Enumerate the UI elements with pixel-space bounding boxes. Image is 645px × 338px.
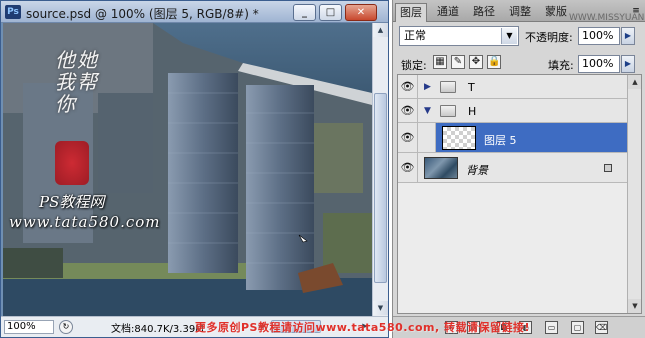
fill-slider-arrow[interactable]: ▶ xyxy=(621,55,635,73)
lock-position-icon[interactable]: ✥ xyxy=(469,55,483,69)
zoom-field[interactable]: 100% xyxy=(4,320,54,334)
visibility-eye-icon[interactable]: 👁 xyxy=(398,153,418,182)
document-titlebar[interactable]: Ps source.psd @ 100% (图层 5, RGB/8#) * _ … xyxy=(1,1,388,23)
folder-icon xyxy=(440,105,456,117)
scroll-down-arrow[interactable]: ▼ xyxy=(628,299,641,313)
lock-all-icon[interactable]: 🔒 xyxy=(487,55,501,69)
status-menu-icon[interactable]: ↻ xyxy=(59,320,73,334)
tab-adjustments[interactable]: 调整 xyxy=(505,3,535,22)
layer-name[interactable]: 图层 5 xyxy=(484,132,517,148)
visibility-eye-icon[interactable]: 👁 xyxy=(398,123,418,152)
blend-mode-value: 正常 xyxy=(404,29,426,42)
layer-name: H xyxy=(468,105,477,118)
layer-thumbnail xyxy=(442,126,476,150)
lock-icon xyxy=(604,164,612,172)
scroll-down-arrow[interactable]: ▼ xyxy=(373,301,388,315)
minimize-button[interactable]: _ xyxy=(293,4,316,21)
blend-mode-select[interactable]: 正常 ▼ xyxy=(399,26,519,46)
tab-paths[interactable]: 路径 xyxy=(469,3,499,22)
layer-row-group-t[interactable]: 👁 ▶ T xyxy=(398,75,627,99)
layer-row-background[interactable]: 👁 背景 xyxy=(398,153,627,183)
folder-icon xyxy=(440,81,456,93)
opacity-slider-arrow[interactable]: ▶ xyxy=(621,27,635,45)
red-seal-stamp xyxy=(55,141,89,185)
vertical-scrollbar[interactable]: ▲ ▼ xyxy=(372,23,388,316)
watermark-site-name: PS教程网 xyxy=(39,193,105,211)
opacity-label: 不透明度: xyxy=(525,31,573,44)
document-size-info[interactable]: 文档:840.7K/3.39M xyxy=(111,320,204,335)
trash-icon[interactable]: ⌫ xyxy=(595,321,608,334)
tab-masks[interactable]: 蒙版 xyxy=(541,3,571,22)
folder-icon[interactable]: ▭ xyxy=(545,321,558,334)
canvas-image[interactable]: 他她我帮你 PS教程网 www.tata580.com xyxy=(3,23,372,316)
document-title: source.psd @ 100% (图层 5, RGB/8#) * xyxy=(26,7,259,21)
photoshop-icon: Ps xyxy=(5,5,21,19)
lock-transparency-icon[interactable]: ▦ xyxy=(433,55,447,69)
close-button[interactable]: ✕ xyxy=(345,4,377,21)
layer-name: 背景 xyxy=(466,164,488,177)
restore-button[interactable]: □ xyxy=(319,4,342,21)
collapse-triangle-icon[interactable]: ▼ xyxy=(424,106,431,116)
layers-list: 👁 ▶ T 👁 ▼ H 👁 图层 5 👁 背景 ▲ ▼ xyxy=(397,74,642,314)
layer-row-layer-5[interactable]: 👁 图层 5 xyxy=(398,123,627,153)
scroll-up-arrow[interactable]: ▲ xyxy=(373,23,388,37)
document-window: Ps source.psd @ 100% (图层 5, RGB/8#) * _ … xyxy=(0,0,389,338)
indent-cell xyxy=(418,123,436,152)
layers-scrollbar[interactable]: ▲ ▼ xyxy=(627,75,641,313)
panel-tab-bar: 图层 通道 路径 调整 蒙版 WWW.MISSYUAN.COM ≡ xyxy=(393,0,645,23)
calligraphy-watermark: 他她我帮你 xyxy=(55,48,99,116)
tab-channels[interactable]: 通道 xyxy=(433,3,463,22)
watermark-site-url: www.tata580.com xyxy=(9,213,161,231)
new-layer-icon[interactable]: ▢ xyxy=(571,321,584,334)
tab-layers[interactable]: 图层 xyxy=(395,3,427,22)
lock-label: 锁定: xyxy=(401,59,427,72)
scroll-up-arrow[interactable]: ▲ xyxy=(628,75,641,89)
promo-banner: 更多原创PS教程请访问www.tata580.com, 转载请保留链接! xyxy=(195,321,531,334)
fill-field[interactable]: 100% xyxy=(578,55,620,73)
vertical-scroll-thumb[interactable] xyxy=(374,93,387,283)
chevron-down-icon[interactable]: ▼ xyxy=(501,28,517,44)
layer-thumbnail xyxy=(424,157,458,179)
layer-row-group-h[interactable]: 👁 ▼ H xyxy=(398,99,627,123)
opacity-field[interactable]: 100% xyxy=(578,27,620,45)
expand-triangle-icon[interactable]: ▶ xyxy=(424,82,431,92)
panel-menu-icon[interactable]: ≡ xyxy=(629,5,643,17)
fill-label: 填充: xyxy=(548,59,574,72)
layers-panel: 图层 通道 路径 调整 蒙版 WWW.MISSYUAN.COM ≡ 正常 ▼ 不… xyxy=(392,0,645,338)
lock-image-icon[interactable]: ✎ xyxy=(451,55,465,69)
visibility-eye-icon[interactable]: 👁 xyxy=(398,99,418,122)
layer-name: T xyxy=(468,81,475,94)
visibility-eye-icon[interactable]: 👁 xyxy=(398,75,418,98)
